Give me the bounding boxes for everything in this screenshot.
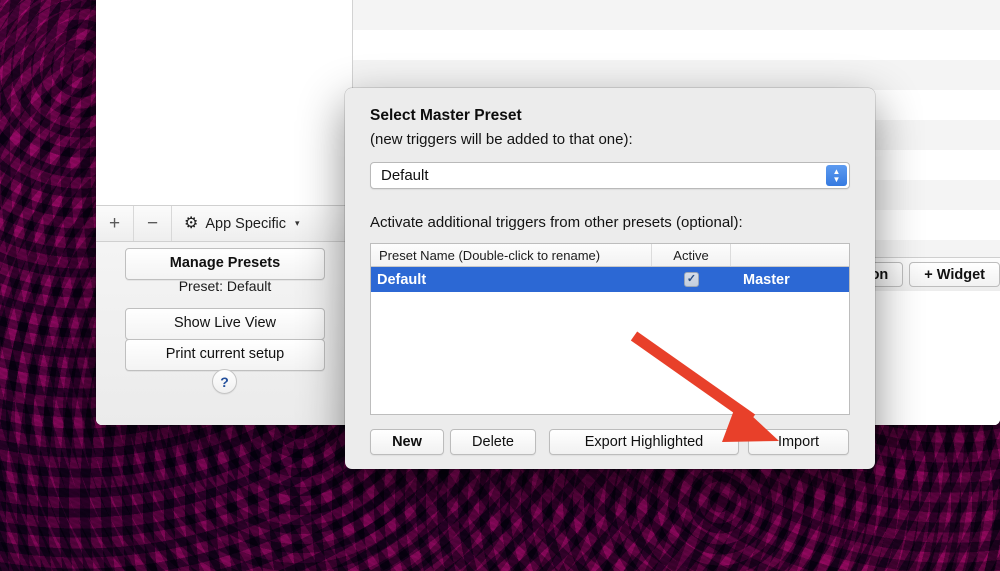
help-button[interactable]: ? [212, 369, 237, 394]
table-row[interactable]: Default ✓ Master [371, 267, 849, 292]
active-checkbox[interactable]: ✓ [684, 272, 699, 287]
import-button[interactable]: Import [748, 429, 849, 455]
current-preset-status: Preset: Default [178, 278, 272, 294]
screen: + − ⚙ App Specific ▾ Manage Presets Pres… [0, 0, 1000, 571]
app-specific-label: App Specific [205, 215, 286, 232]
chevron-down-icon: ▼ [832, 174, 841, 184]
add-trigger-button[interactable]: + [96, 206, 134, 241]
left-canvas [96, 0, 352, 205]
column-header-preset-name[interactable]: Preset Name (Double-click to rename) [371, 244, 652, 266]
table-header: Preset Name (Double-click to rename) Act… [371, 244, 849, 267]
app-specific-menu[interactable]: ⚙ App Specific ▾ [172, 206, 352, 241]
add-widget-button[interactable]: + Widget [909, 262, 1000, 287]
gear-icon: ⚙ [184, 214, 199, 232]
master-preset-value: Default [381, 167, 429, 184]
show-live-view-button[interactable]: Show Live View [125, 308, 325, 340]
sheet-footer: New Delete Export Highlighted Import [345, 415, 875, 469]
chevron-down-icon: ▾ [294, 218, 300, 228]
sheet-subtitle: (new triggers will be added to that one)… [370, 131, 633, 148]
delete-preset-button[interactable]: Delete [450, 429, 536, 455]
manage-presets-button[interactable]: Manage Presets [125, 248, 325, 280]
column-header-active[interactable]: Active [652, 244, 731, 266]
cell-preset-name: Default [377, 271, 427, 288]
cell-active[interactable]: ✓ [652, 267, 731, 292]
remove-trigger-button[interactable]: − [134, 206, 172, 241]
trigger-list-row[interactable] [353, 60, 1000, 90]
left-pane-toolbar: + − ⚙ App Specific ▾ [96, 205, 352, 242]
minus-icon: − [146, 213, 159, 234]
left-pane-body: Manage Presets Preset: Default Show Live… [96, 242, 352, 425]
trigger-list-row[interactable] [353, 0, 1000, 30]
new-preset-button[interactable]: New [370, 429, 444, 455]
sheet-title: Select Master Preset [370, 107, 522, 124]
print-current-setup-button[interactable]: Print current setup [125, 339, 325, 371]
trigger-list-row[interactable] [353, 30, 1000, 60]
select-master-preset-sheet: Select Master Preset (new triggers will … [345, 88, 875, 469]
sheet-hint: Activate additional triggers from other … [370, 214, 743, 231]
left-pane: + − ⚙ App Specific ▾ Manage Presets Pres… [96, 0, 353, 425]
table-body: Default ✓ Master [371, 267, 849, 292]
export-highlighted-button[interactable]: Export Highlighted [549, 429, 739, 455]
plus-icon: + [108, 213, 121, 234]
cell-role: Master [743, 271, 790, 288]
column-header-role[interactable] [731, 244, 849, 266]
master-preset-select[interactable]: Default ▲ ▼ [370, 162, 850, 189]
chevron-up-icon: ▲ [832, 166, 841, 176]
stepper-icon[interactable]: ▲ ▼ [826, 165, 847, 186]
presets-table: Preset Name (Double-click to rename) Act… [370, 243, 850, 415]
